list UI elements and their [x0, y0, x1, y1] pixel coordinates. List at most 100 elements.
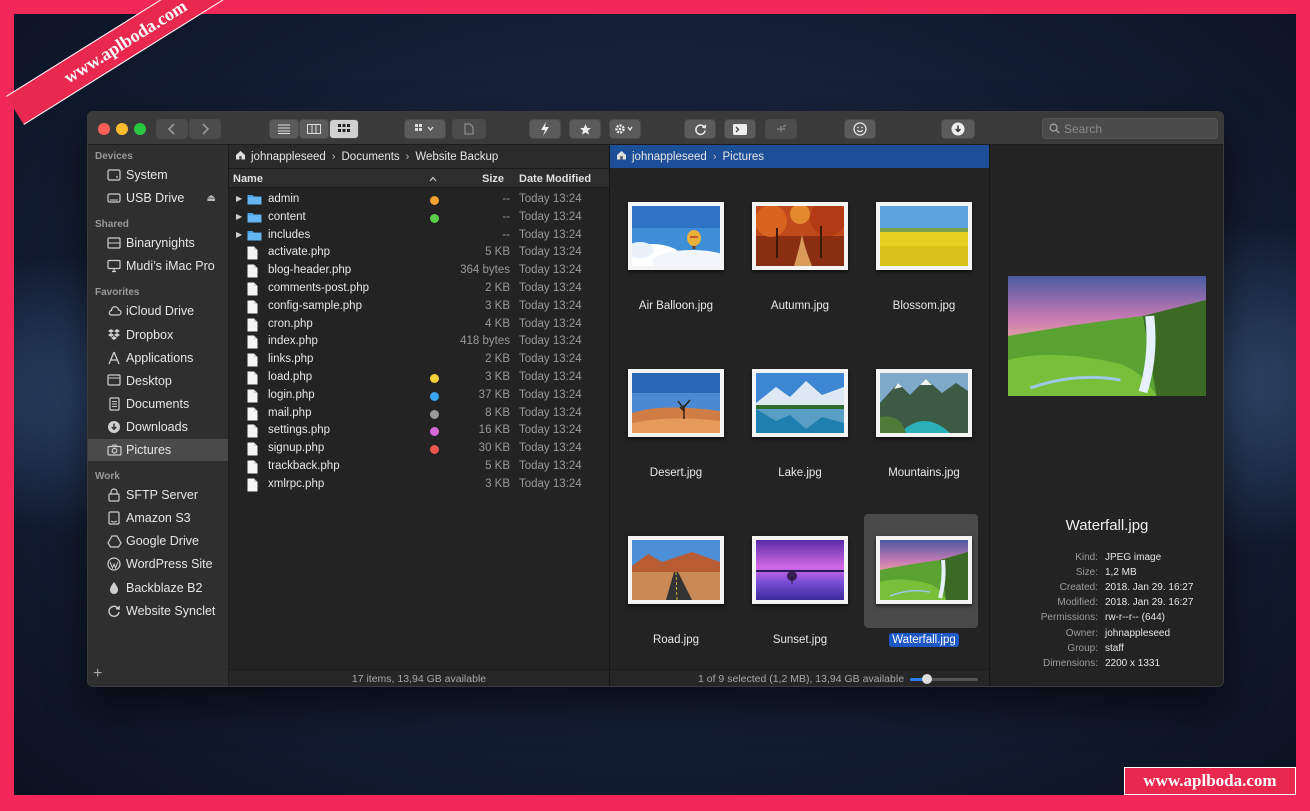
- image-thumbnail[interactable]: Mountains.jpg: [864, 347, 978, 497]
- file-name: admin: [268, 193, 300, 205]
- column-header-name[interactable]: Name: [233, 173, 263, 185]
- document-icon: [247, 335, 258, 352]
- sidebar-item-documents[interactable]: Documents: [88, 393, 228, 415]
- document-icon: [247, 460, 258, 477]
- connect-button[interactable]: [765, 119, 797, 139]
- metadata-row: Size: 1,2 MB: [990, 567, 1223, 582]
- search-field[interactable]: [1042, 118, 1218, 139]
- sidebar-item-wordpress-site[interactable]: WordPress Site: [88, 553, 228, 575]
- file-date: Today 13:24: [519, 406, 582, 419]
- file-row[interactable]: index.php 418 bytes Today 13:24: [229, 333, 609, 351]
- file-date: Today 13:24: [519, 317, 582, 330]
- breadcrumb-separator-icon: ›: [712, 150, 717, 163]
- download-button[interactable]: [941, 119, 975, 139]
- documents-icon: [106, 396, 122, 412]
- new-file-button[interactable]: [452, 119, 486, 139]
- add-location-button[interactable]: +: [93, 665, 102, 683]
- sidebar-item-amazon-s3[interactable]: Amazon S3: [88, 507, 228, 529]
- wordpress-icon: [106, 556, 122, 572]
- file-size: 5 KB: [485, 246, 510, 259]
- image-caption: Desert.jpg: [616, 467, 736, 479]
- sidebar-item-binarynights[interactable]: Binarynights: [88, 232, 228, 254]
- zoom-window-button[interactable]: [134, 123, 146, 135]
- breadcrumb-item[interactable]: Website Backup: [415, 151, 498, 163]
- disclosure-triangle-icon[interactable]: ▶: [236, 212, 242, 221]
- terminal-button[interactable]: [724, 119, 756, 139]
- file-row[interactable]: signup.php 30 KB Today 13:24: [229, 440, 609, 458]
- sidebar-item-label: iCloud Drive: [126, 304, 195, 319]
- back-button[interactable]: [156, 119, 188, 139]
- sidebar-item-downloads[interactable]: Downloads: [88, 416, 228, 438]
- breadcrumb-item[interactable]: Documents: [342, 151, 400, 163]
- sidebar-section-work: Work: [95, 471, 120, 483]
- folder-row[interactable]: ▶ content -- Today 13:24: [229, 209, 609, 227]
- preview-panel: Waterfall.jpg Kind: JPEG image Size: 1,2 MB…: [990, 145, 1223, 686]
- disclosure-triangle-icon[interactable]: ▶: [236, 230, 242, 239]
- emoji-button[interactable]: [844, 119, 876, 139]
- file-row[interactable]: login.php 37 KB Today 13:24: [229, 387, 609, 405]
- image-thumbnail[interactable]: Autumn.jpg: [740, 180, 854, 330]
- column-view-button[interactable]: [299, 119, 329, 139]
- file-row[interactable]: links.php 2 KB Today 13:24: [229, 351, 609, 369]
- quick-action-button[interactable]: [529, 119, 561, 139]
- icon-view-button[interactable]: [329, 119, 359, 139]
- file-row[interactable]: settings.php 16 KB Today 13:24: [229, 422, 609, 440]
- image-thumbnail[interactable]: Desert.jpg: [616, 347, 730, 497]
- folder-row[interactable]: ▶ admin -- Today 13:24: [229, 191, 609, 209]
- list-view-button[interactable]: [269, 119, 299, 139]
- image-thumbnail[interactable]: Blossom.jpg: [864, 180, 978, 330]
- blossom-photo: [880, 206, 968, 266]
- sidebar-item-usb-drive[interactable]: USB Drive ⏏: [88, 187, 228, 209]
- zoom-slider[interactable]: [910, 674, 978, 684]
- image-thumbnail[interactable]: Sunset.jpg: [740, 514, 854, 664]
- metadata-value: 2018. Jan 29. 16:27: [1105, 582, 1194, 594]
- file-name: mail.php: [268, 406, 312, 419]
- sidebar-item-google-drive[interactable]: Google Drive: [88, 530, 228, 552]
- file-row[interactable]: activate.php 5 KB Today 13:24: [229, 244, 609, 262]
- forward-button[interactable]: [189, 119, 221, 139]
- metadata-value: rw-r--r-- (644): [1105, 612, 1165, 624]
- sidebar-item-icloud-drive[interactable]: iCloud Drive: [88, 300, 228, 322]
- breadcrumb-item[interactable]: Pictures: [723, 151, 765, 163]
- file-row[interactable]: blog-header.php 364 bytes Today 13:24: [229, 262, 609, 280]
- image-thumbnail[interactable]: Air Balloon.jpg: [616, 180, 730, 330]
- image-thumbnail[interactable]: Waterfall.jpg: [864, 514, 978, 664]
- file-row[interactable]: comments-post.php 2 KB Today 13:24: [229, 280, 609, 298]
- close-window-button[interactable]: [98, 123, 110, 135]
- lake-photo: [756, 373, 844, 433]
- sidebar-item-mudi-s-imac-pro[interactable]: Mudi’s iMac Pro: [88, 255, 228, 277]
- eject-icon[interactable]: ⏏: [207, 193, 216, 204]
- sidebar-item-dropbox[interactable]: Dropbox: [88, 324, 228, 346]
- sidebar-item-pictures[interactable]: Pictures: [88, 439, 228, 461]
- file-row[interactable]: xmlrpc.php 3 KB Today 13:24: [229, 476, 609, 494]
- metadata-key: Created:: [1059, 582, 1098, 594]
- disclosure-triangle-icon[interactable]: ▶: [236, 194, 242, 203]
- file-row[interactable]: load.php 3 KB Today 13:24: [229, 369, 609, 387]
- action-menu-button[interactable]: [609, 119, 641, 139]
- file-row[interactable]: cron.php 4 KB Today 13:24: [229, 316, 609, 334]
- minimize-window-button[interactable]: [116, 123, 128, 135]
- refresh-button[interactable]: [684, 119, 716, 139]
- image-thumbnail[interactable]: Lake.jpg: [740, 347, 854, 497]
- folder-row[interactable]: ▶ includes -- Today 13:24: [229, 227, 609, 245]
- sidebar-item-backblaze-b2[interactable]: Backblaze B2: [88, 577, 228, 599]
- file-name: comments-post.php: [268, 282, 369, 294]
- column-header-date[interactable]: Date Modified: [519, 173, 591, 185]
- zoom-slider-knob[interactable]: [922, 674, 932, 684]
- search-input[interactable]: [1064, 121, 1214, 136]
- image-thumbnail[interactable]: Road.jpg: [616, 514, 730, 664]
- arrange-menu-button[interactable]: [404, 119, 446, 139]
- file-row[interactable]: config-sample.php 3 KB Today 13:24: [229, 298, 609, 316]
- file-row[interactable]: mail.php 8 KB Today 13:24: [229, 405, 609, 423]
- file-date: Today 13:24: [519, 299, 582, 312]
- sidebar-item-applications[interactable]: Applications: [88, 347, 228, 369]
- favorites-button[interactable]: [569, 119, 601, 139]
- sidebar-item-website-synclet[interactable]: Website Synclet: [88, 600, 228, 622]
- sidebar-item-sftp-server[interactable]: SFTP Server: [88, 484, 228, 506]
- sidebar-item-desktop[interactable]: Desktop: [88, 370, 228, 392]
- column-header-size[interactable]: Size: [482, 173, 504, 185]
- breadcrumb-item[interactable]: johnappleseed: [251, 151, 326, 163]
- file-row[interactable]: trackback.php 5 KB Today 13:24: [229, 458, 609, 476]
- sidebar-item-system[interactable]: System: [88, 164, 228, 186]
- breadcrumb-item[interactable]: johnappleseed: [632, 151, 707, 163]
